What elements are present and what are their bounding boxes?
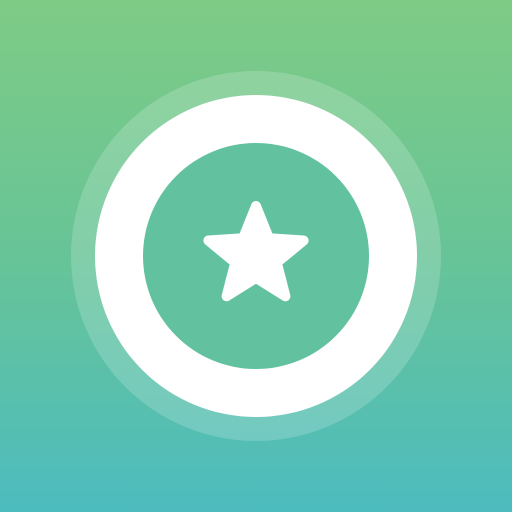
app-icon-graphic [71,71,441,441]
app-icon [0,0,512,512]
